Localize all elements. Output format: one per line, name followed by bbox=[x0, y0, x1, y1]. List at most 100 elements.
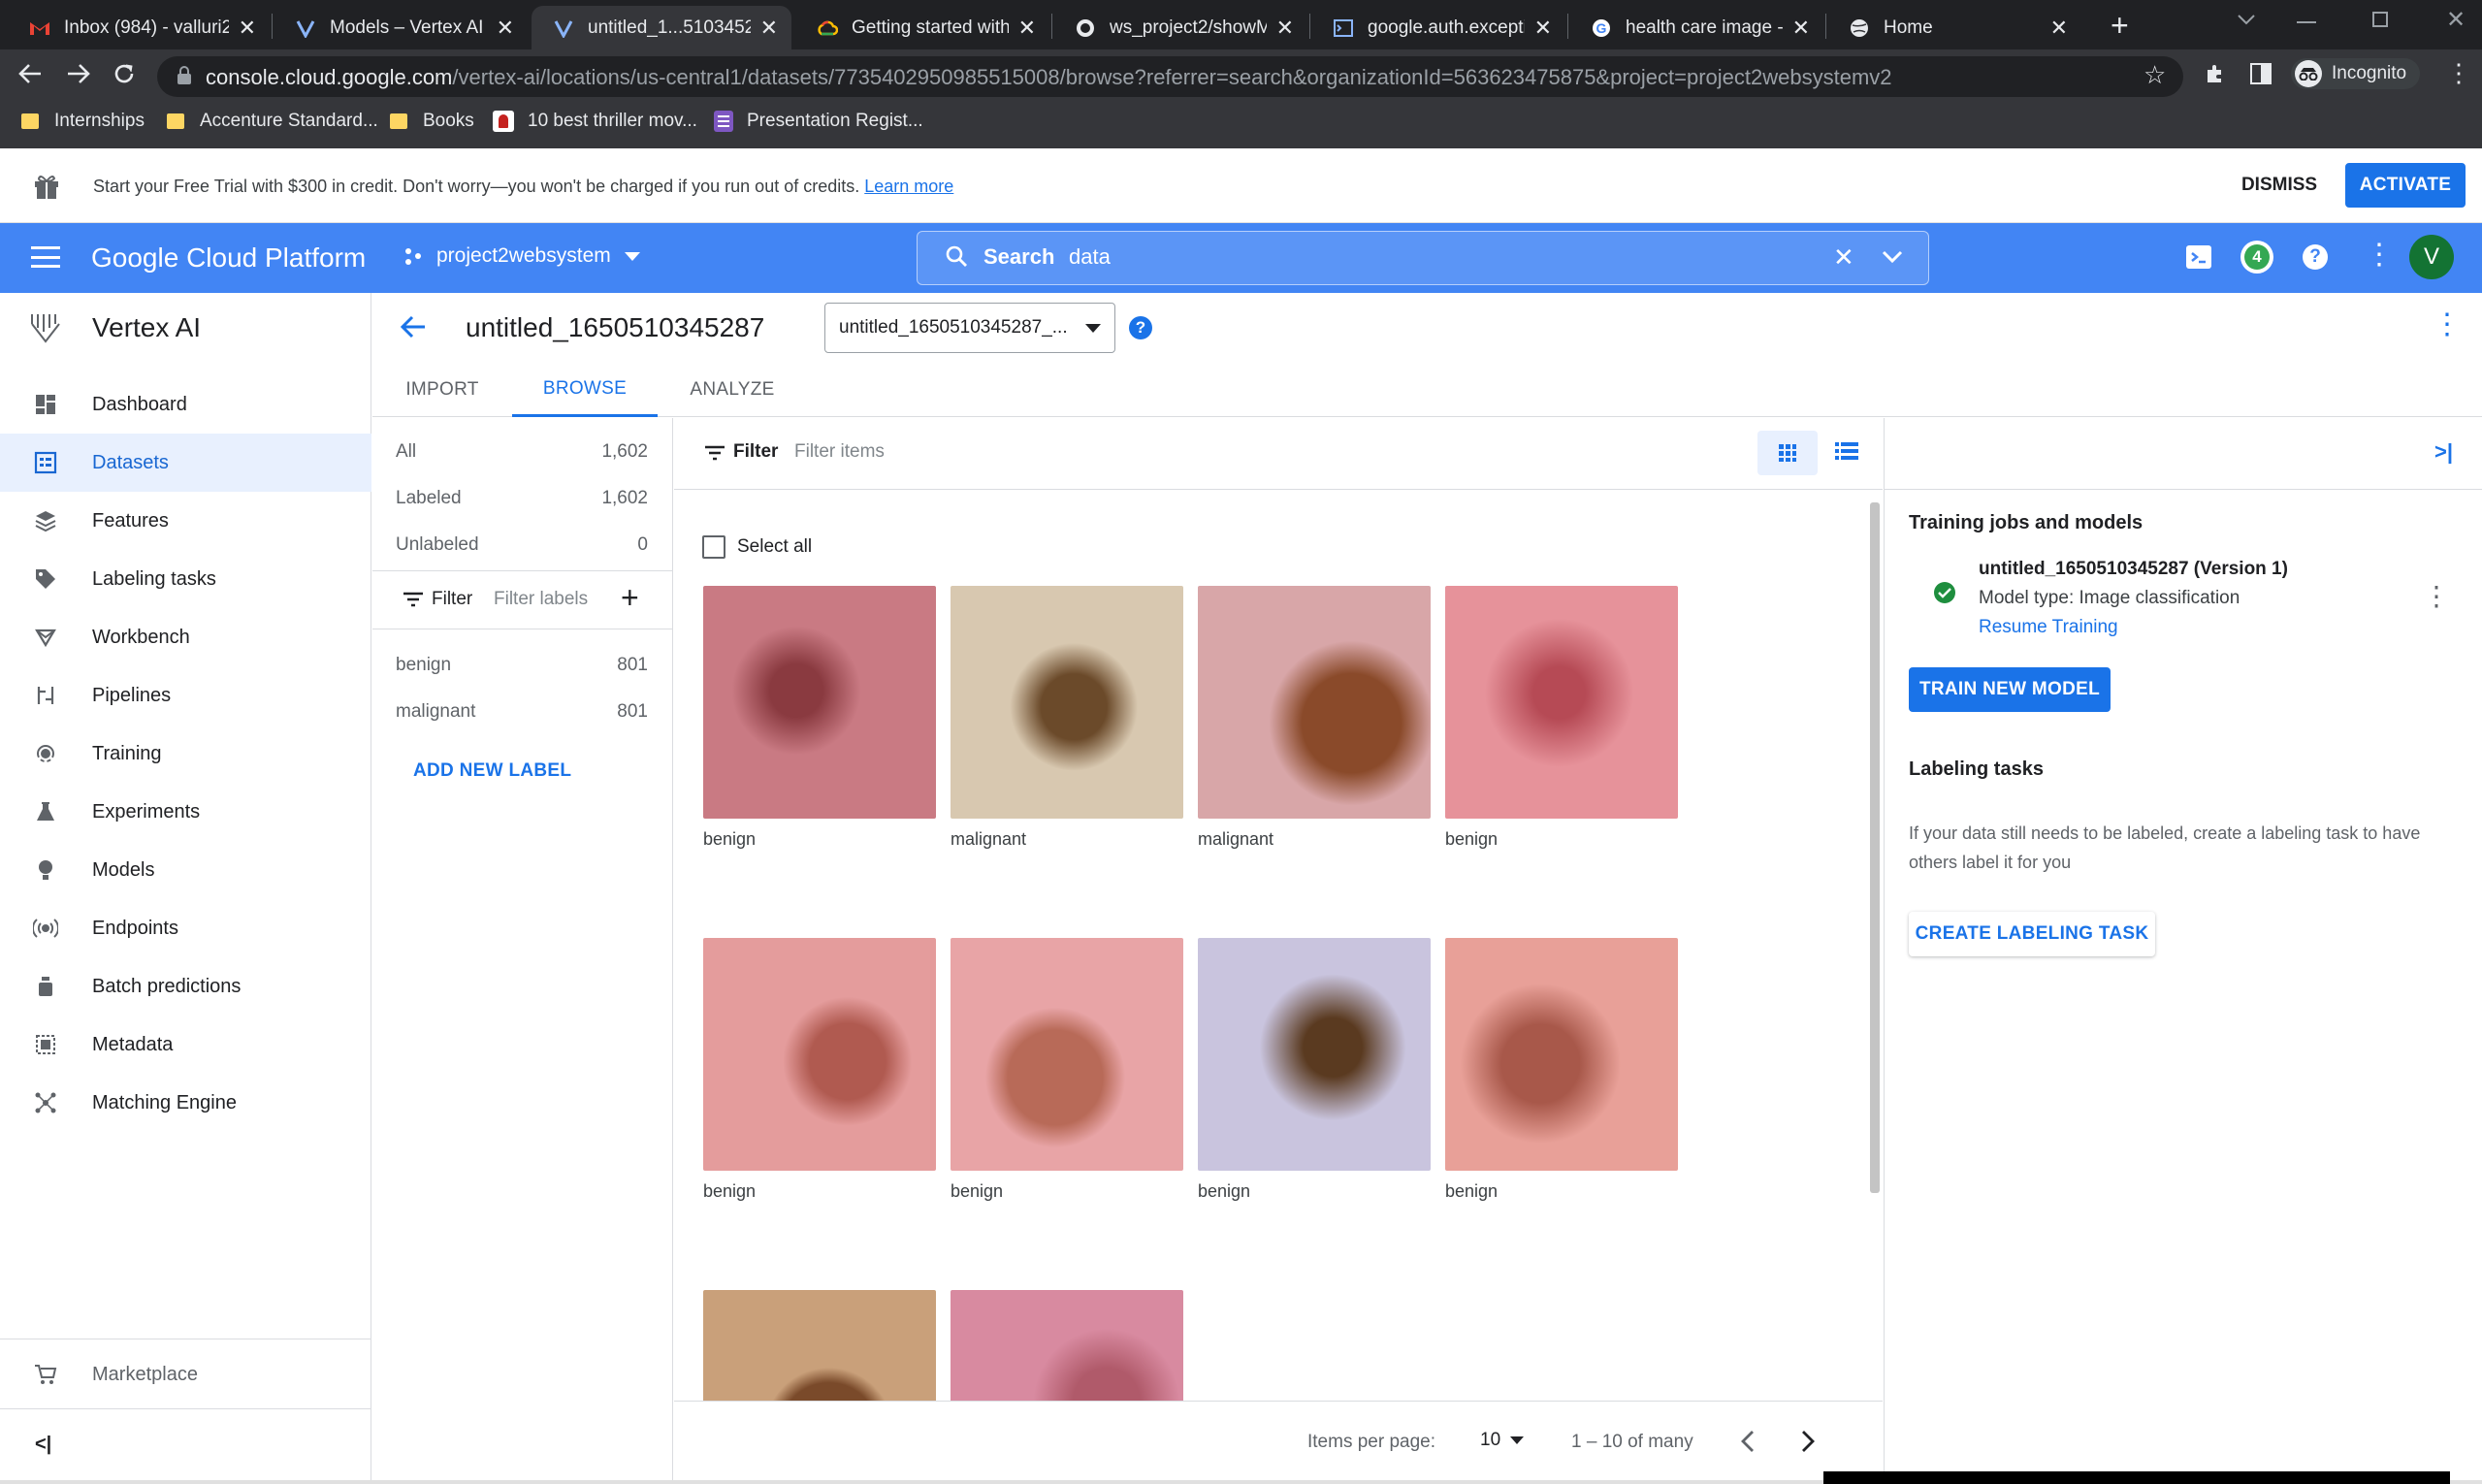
scrollbar[interactable] bbox=[1870, 502, 1880, 1193]
bookmark-star-icon[interactable]: ☆ bbox=[2144, 60, 2166, 90]
tab-browse[interactable]: BROWSE bbox=[512, 363, 658, 417]
image-thumbnail[interactable] bbox=[951, 938, 1183, 1171]
bookmark-item[interactable]: Accenture Standard... bbox=[167, 111, 378, 132]
back-icon[interactable] bbox=[17, 62, 43, 85]
search-input[interactable]: data bbox=[1069, 244, 1111, 270]
dismiss-button[interactable]: DISMISS bbox=[2229, 163, 2330, 208]
reload-icon[interactable] bbox=[113, 62, 136, 85]
image-thumbnail[interactable] bbox=[703, 586, 936, 819]
help-icon[interactable]: ? bbox=[2303, 244, 2328, 270]
close-icon[interactable]: ✕ bbox=[1276, 16, 1294, 41]
close-icon[interactable]: ✕ bbox=[497, 16, 514, 41]
browser-tab[interactable]: Inbox (984) - valluri26 ✕ bbox=[8, 6, 270, 49]
close-icon[interactable]: ✕ bbox=[760, 16, 778, 41]
sidebar-item-dashboard[interactable]: Dashboard bbox=[0, 375, 371, 434]
browser-tab[interactable]: Getting started with a ✕ bbox=[795, 6, 1049, 49]
sidebar-item-datasets[interactable]: Datasets bbox=[0, 434, 371, 492]
sidebar-item-endpoints[interactable]: Endpoints bbox=[0, 899, 371, 957]
close-icon[interactable]: ✕ bbox=[2050, 16, 2068, 41]
side-panel-icon[interactable] bbox=[2250, 63, 2272, 84]
model-name[interactable]: untitled_1650510345287 (Version 1) bbox=[1979, 559, 2288, 580]
count-row-unlabeled[interactable]: Unlabeled 0 bbox=[396, 534, 648, 556]
gcp-brand[interactable]: Google Cloud Platform bbox=[91, 242, 366, 274]
sidebar-item-matching-engine[interactable]: Matching Engine bbox=[0, 1074, 371, 1132]
close-icon[interactable]: ✕ bbox=[1792, 16, 1810, 41]
tab-analyze[interactable]: ANALYZE bbox=[665, 363, 799, 417]
count-row-labeled[interactable]: Labeled 1,602 bbox=[396, 488, 648, 509]
add-label-icon[interactable]: + bbox=[621, 580, 639, 615]
browser-tab[interactable]: Home ✕ bbox=[1827, 6, 2081, 49]
bookmark-item[interactable]: 10 best thriller mov... bbox=[493, 111, 697, 132]
tab-import[interactable]: IMPORT bbox=[372, 363, 512, 417]
bookmark-item[interactable]: Books bbox=[390, 111, 474, 132]
learn-more-link[interactable]: Learn more bbox=[864, 177, 953, 196]
activate-button[interactable]: ACTIVATE bbox=[2345, 163, 2466, 208]
sidebar-item-workbench[interactable]: Workbench bbox=[0, 608, 371, 666]
hamburger-menu-icon[interactable] bbox=[31, 246, 60, 268]
image-thumbnail[interactable] bbox=[1198, 586, 1431, 819]
sidebar-item-labeling-tasks[interactable]: Labeling tasks bbox=[0, 550, 371, 608]
chevron-down-icon[interactable] bbox=[2237, 14, 2256, 25]
sidebar-item-models[interactable]: Models bbox=[0, 841, 371, 899]
collapse-nav-icon[interactable]: <| bbox=[35, 1434, 51, 1456]
browser-tab[interactable]: G health care image - G ✕ bbox=[1569, 6, 1823, 49]
bookmark-item[interactable]: Internships bbox=[21, 111, 145, 132]
sidebar-item-experiments[interactable]: Experiments bbox=[0, 783, 371, 841]
sidebar-item-training[interactable]: Training bbox=[0, 725, 371, 783]
image-thumbnail[interactable] bbox=[1445, 586, 1678, 819]
label-row-malignant[interactable]: malignant 801 bbox=[396, 701, 648, 723]
train-new-model-button[interactable]: TRAIN NEW MODEL bbox=[1909, 667, 2111, 712]
filter-items-input[interactable]: Filter items bbox=[794, 441, 885, 463]
close-icon[interactable]: ✕ bbox=[1018, 16, 1036, 41]
sidebar-item-pipelines[interactable]: Pipelines bbox=[0, 666, 371, 725]
chevron-down-icon[interactable] bbox=[1882, 250, 1903, 264]
browser-tab-active[interactable]: untitled_1...51034528 ✕ bbox=[532, 6, 791, 49]
resume-training-link[interactable]: Resume Training bbox=[1979, 617, 2118, 638]
image-thumbnail[interactable] bbox=[951, 1290, 1183, 1401]
avatar[interactable]: V bbox=[2409, 235, 2454, 279]
more-options-icon[interactable]: ⋮ bbox=[2423, 582, 2450, 611]
next-page-icon[interactable] bbox=[1800, 1430, 1816, 1453]
create-labeling-task-button[interactable]: CREATE LABELING TASK bbox=[1909, 912, 2155, 956]
incognito-badge[interactable]: Incognito bbox=[2291, 58, 2421, 89]
notifications-badge[interactable]: 4 bbox=[2240, 241, 2273, 274]
more-options-icon[interactable]: ⋮ bbox=[2433, 308, 2462, 341]
count-row-all[interactable]: All 1,602 bbox=[396, 441, 648, 463]
browser-tab[interactable]: Models – Vertex AI – p ✕ bbox=[274, 6, 528, 49]
image-thumbnail[interactable] bbox=[703, 938, 936, 1171]
list-view-icon[interactable] bbox=[1835, 441, 1858, 461]
help-icon[interactable]: ? bbox=[1129, 316, 1152, 339]
cloud-shell-icon[interactable] bbox=[2186, 245, 2211, 269]
new-tab-button[interactable]: + bbox=[2111, 6, 2129, 45]
close-icon[interactable]: ✕ bbox=[239, 16, 256, 41]
lock-icon[interactable] bbox=[177, 66, 192, 85]
add-new-label-button[interactable]: ADD NEW LABEL bbox=[413, 760, 571, 782]
extensions-icon[interactable] bbox=[2204, 62, 2227, 85]
more-options-icon[interactable]: ⋮ bbox=[2365, 239, 2394, 272]
close-icon[interactable]: ✕ bbox=[1534, 16, 1552, 41]
sidebar-item-batch-predictions[interactable]: Batch predictions bbox=[0, 957, 371, 1016]
image-thumbnail[interactable] bbox=[1445, 938, 1678, 1171]
image-thumbnail[interactable] bbox=[1198, 938, 1431, 1171]
restore-icon[interactable] bbox=[2372, 12, 2388, 27]
sidebar-item-features[interactable]: Features bbox=[0, 492, 371, 550]
previous-page-icon[interactable] bbox=[1740, 1430, 1756, 1453]
forward-icon[interactable] bbox=[66, 62, 91, 85]
grid-view-icon[interactable] bbox=[1757, 431, 1818, 475]
project-selector[interactable]: project2websystem bbox=[403, 244, 640, 268]
clear-search-icon[interactable]: ✕ bbox=[1833, 242, 1854, 273]
bookmark-item[interactable]: Presentation Regist... bbox=[714, 111, 923, 132]
url-text[interactable]: console.cloud.google.com/vertex-ai/locat… bbox=[206, 65, 1892, 90]
image-thumbnail[interactable] bbox=[703, 1290, 936, 1401]
version-select[interactable]: untitled_1650510345287_... bbox=[824, 303, 1115, 353]
collapse-panel-icon[interactable]: >| bbox=[2434, 439, 2453, 465]
filter-labels-input[interactable]: Filter labels bbox=[494, 589, 588, 610]
browser-tab[interactable]: ws_project2/showMo ✕ bbox=[1053, 6, 1307, 49]
browser-tab[interactable]: google.auth.exception ✕ bbox=[1311, 6, 1565, 49]
label-row-benign[interactable]: benign 801 bbox=[396, 655, 648, 676]
nav-item-marketplace[interactable]: Marketplace bbox=[0, 1345, 371, 1403]
items-per-page-select[interactable]: 10 bbox=[1480, 1430, 1525, 1451]
image-thumbnail[interactable] bbox=[951, 586, 1183, 819]
back-arrow-icon[interactable] bbox=[400, 314, 427, 339]
close-window-icon[interactable]: ✕ bbox=[2446, 6, 2466, 34]
